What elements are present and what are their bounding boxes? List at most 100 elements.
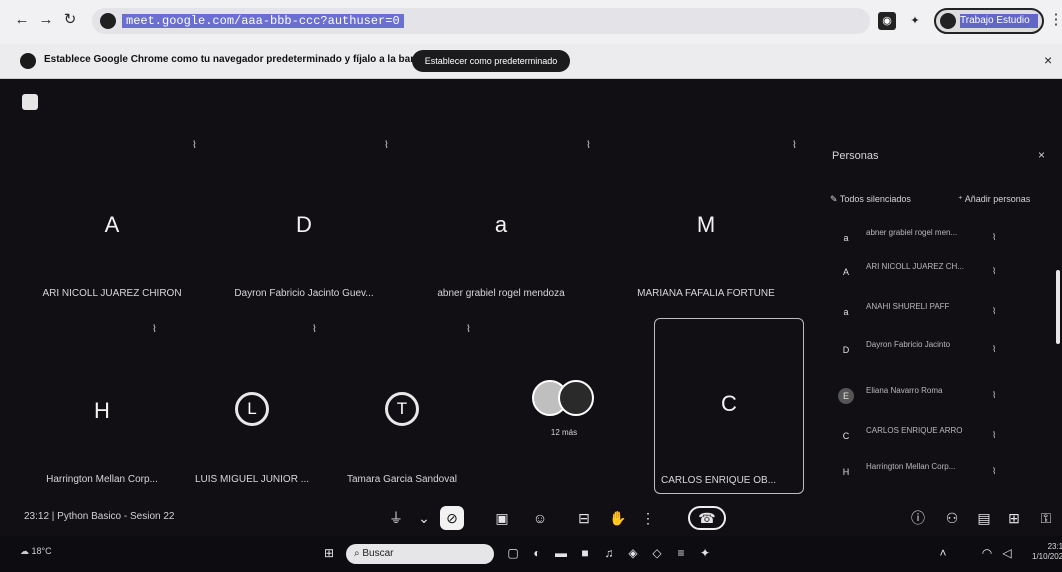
participant-name: Harrington Mellan Corp... — [46, 474, 158, 485]
set-default-button[interactable]: Establecer como predeterminado — [412, 50, 570, 72]
chat-icon[interactable]: ▤ — [972, 506, 996, 530]
app-icon[interactable]: ♫ — [602, 546, 616, 560]
mic-off-icon: ⌇ — [992, 266, 997, 276]
participant-tile[interactable]: ⌇ H Harrington Mellan Corp... — [22, 320, 182, 490]
mic-off-icon: ⌇ — [992, 430, 997, 440]
avatar: C — [842, 431, 850, 441]
participant-initial: D — [296, 212, 312, 237]
wifi-icon[interactable]: ◠ — [980, 546, 994, 560]
participant-tile[interactable]: ⌇ L LUIS MIGUEL JUNIOR ... — [182, 320, 322, 490]
clock[interactable]: 23:12 1/10/2024 — [1032, 542, 1062, 562]
mic-icon[interactable]: ⏚ — [384, 506, 408, 530]
participant-avatar: T — [385, 392, 419, 426]
avatar: D — [842, 345, 850, 355]
camera-off-button[interactable]: ⊘ — [440, 506, 464, 530]
present-icon[interactable]: ⊟ — [572, 506, 596, 530]
meeting-info: 23:12 | Python Basico - Sesion 22 — [24, 511, 175, 522]
volume-icon[interactable]: ◁ — [1000, 546, 1014, 560]
participant-initial: M — [696, 212, 716, 237]
participant-tile[interactable]: ⌇ M MARIANA FAFALIA FORTUNE — [608, 140, 804, 300]
close-icon[interactable]: × — [1038, 148, 1045, 162]
start-icon[interactable]: ⊞ — [322, 546, 336, 560]
avatar — [940, 13, 956, 29]
avatar: a — [843, 307, 849, 317]
people-scrollbar[interactable] — [1056, 270, 1060, 344]
clock-date: 1/10/2024 — [1032, 552, 1062, 561]
list-item[interactable]: E Eliana Navarro Roma ⌇ — [832, 382, 1054, 410]
panel-title: Personas — [832, 150, 879, 162]
participant-tile[interactable]: ⌇ D Dayron Fabricio Jacinto Guev... — [214, 140, 394, 300]
people-panel: Personas × ✎ Todos silenciados ⁺ Añadir … — [818, 132, 1062, 497]
mic-off-icon: ⌇ — [586, 140, 591, 151]
participant-name: ARI NICOLL JUAREZ CHIRON — [42, 288, 182, 299]
participant-tile[interactable]: ⌇ T Tamara Garcia Sandoval — [322, 320, 482, 490]
profile-label: Trabajo Estudio — [960, 14, 1038, 28]
participant-name: CARLOS ENRIQUE ARRO — [866, 426, 963, 435]
leave-call-button[interactable]: ☎ — [688, 506, 726, 530]
camera-indicator-icon[interactable]: ◉ — [878, 12, 896, 30]
host-controls-icon[interactable]: ⚿ — [1034, 506, 1058, 530]
mic-off-icon: ⌇ — [192, 140, 197, 151]
extensions-icon[interactable]: ✦ — [906, 12, 924, 30]
avatar: E — [838, 388, 854, 404]
info-icon[interactable]: ⓘ — [906, 506, 930, 530]
more-options-icon[interactable]: ⋮ — [636, 506, 660, 530]
list-item[interactable]: a ANAHI SHURELI PAFF ⌇ — [832, 298, 1054, 326]
participant-name: CARLOS ENRIQUE OB... — [661, 475, 777, 486]
search-input[interactable]: ⌕ Buscar — [346, 544, 494, 564]
site-info-icon[interactable] — [100, 13, 116, 29]
task-view-icon[interactable]: ▢ — [506, 546, 520, 560]
forward-icon[interactable]: → — [36, 10, 56, 30]
menu-icon[interactable]: ⋮ — [1046, 10, 1062, 30]
participant-name: abner grabiel rogel men... — [866, 228, 958, 237]
profile-button[interactable]: Trabajo Estudio — [934, 8, 1044, 34]
avatar — [558, 380, 594, 416]
mic-off-icon: ⌇ — [384, 140, 389, 151]
more-participants-tile[interactable]: 12 más — [494, 320, 634, 490]
participant-tile-selected[interactable]: C CARLOS ENRIQUE OB... — [654, 318, 804, 494]
list-item[interactable]: A ARI NICOLL JUAREZ CH... ⌇ — [832, 258, 1054, 286]
avatar: A — [842, 267, 849, 277]
mute-all-button[interactable]: ✎ Todos silenciados — [830, 194, 911, 205]
add-people-button[interactable]: ⁺ Añadir personas — [958, 194, 1030, 205]
participant-tile[interactable]: ⌇ a abner grabiel rogel mendoza — [406, 140, 596, 300]
mic-off-icon: ⌇ — [992, 466, 997, 476]
back-icon[interactable]: ← — [12, 10, 32, 30]
participant-name: LUIS MIGUEL JUNIOR ... — [194, 474, 310, 485]
search-placeholder: Buscar — [362, 548, 394, 559]
list-item[interactable]: H Harrington Mellan Corp... ⌇ — [832, 458, 1054, 486]
address-bar[interactable]: meet.google.com/aaa-bbb-ccc?authuser=0 — [92, 8, 870, 34]
activities-icon[interactable]: ⊞ — [1002, 506, 1026, 530]
weather-widget[interactable]: ☁ 18°C — [20, 546, 52, 557]
captions-icon[interactable]: ▣ — [490, 506, 514, 530]
app-icon[interactable]: ◇ — [650, 546, 664, 560]
participant-tile[interactable]: ⌇ A ARI NICOLL JUAREZ CHIRON — [22, 140, 202, 300]
participant-name: ANAHI SHURELI PAFF — [866, 302, 950, 311]
close-icon[interactable]: × — [1044, 52, 1052, 68]
reload-icon[interactable]: ↻ — [60, 10, 80, 30]
app-icon[interactable]: ✦ — [698, 546, 712, 560]
chrome-taskbar-icon[interactable]: ◐ — [530, 546, 544, 560]
tray-chevron-icon[interactable]: ˄ — [936, 546, 950, 560]
participant-initial: a — [494, 212, 508, 237]
meeting-controls: 23:12 | Python Basico - Sesion 22 ⏚ ⌄ ⊘ … — [0, 504, 1062, 532]
list-item[interactable]: C CARLOS ENRIQUE ARRO ⌇ — [832, 422, 1054, 450]
app-icon[interactable]: ≡ — [674, 546, 688, 560]
url-text[interactable]: meet.google.com/aaa-bbb-ccc?authuser=0 — [122, 14, 404, 28]
people-icon[interactable]: ⚇ — [940, 506, 964, 530]
file-explorer-icon[interactable]: ▬ — [554, 546, 568, 560]
taskbar: ☁ 18°C ⊞ ⌕ Buscar ▢ ◐ ▬ ■ ♫ ◈ ◇ ≡ ✦ ˄ ◠ … — [0, 536, 1062, 572]
participant-name: Tamara Garcia Sandoval — [346, 474, 458, 485]
list-item[interactable]: D Dayron Fabricio Jacinto ⌇ — [832, 336, 1054, 364]
participant-avatar: L — [235, 392, 269, 426]
app-icon[interactable]: ◈ — [626, 546, 640, 560]
mic-options-icon[interactable]: ⌄ — [412, 506, 436, 530]
raise-hand-icon[interactable]: ✋ — [606, 506, 630, 530]
chrome-icon — [20, 53, 36, 69]
list-item[interactable]: a abner grabiel rogel men... ⌇ — [832, 224, 1054, 252]
participant-name: Eliana Navarro Roma — [866, 386, 943, 395]
meet-logo-icon — [22, 94, 38, 110]
store-icon[interactable]: ■ — [578, 546, 592, 560]
mic-off-icon: ⌇ — [992, 232, 997, 242]
emoji-icon[interactable]: ☺ — [528, 506, 552, 530]
